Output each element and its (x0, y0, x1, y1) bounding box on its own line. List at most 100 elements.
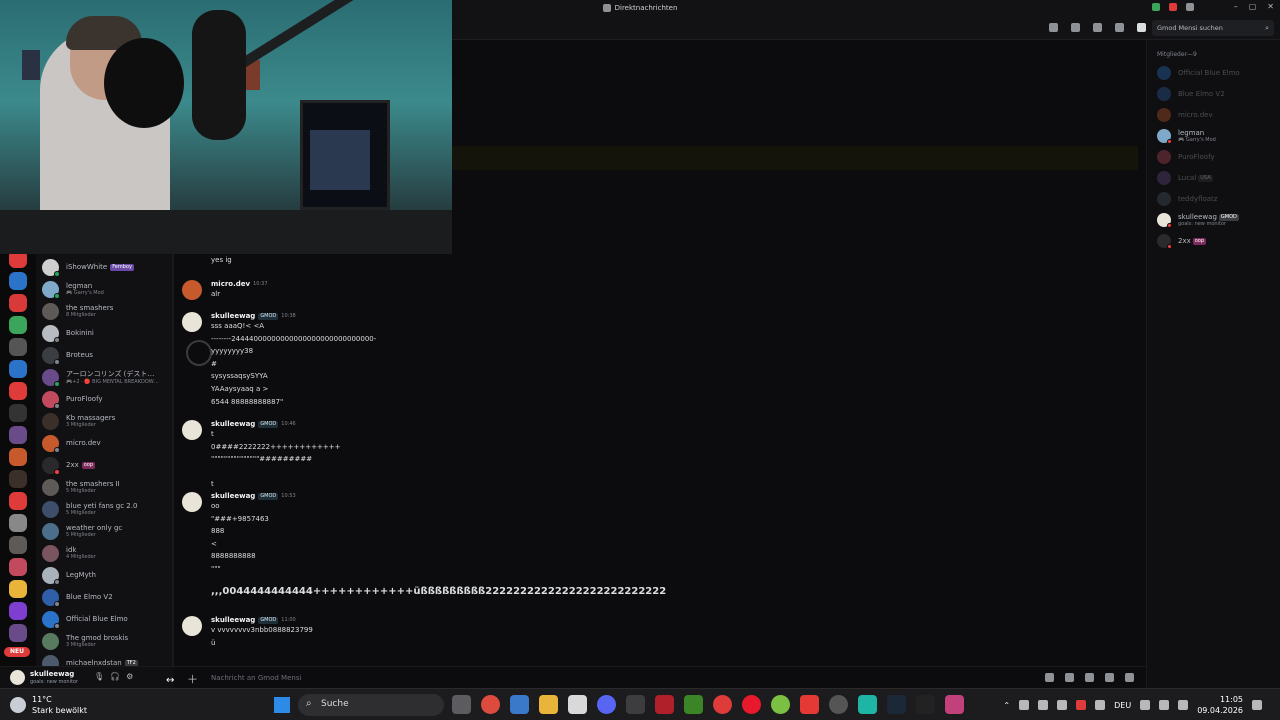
chevron-up-icon[interactable]: ⌃ (1003, 701, 1010, 710)
dm-item[interactable]: idk 4 Mitglieder (42, 543, 170, 563)
server-icon[interactable] (9, 536, 27, 554)
calculator-icon[interactable] (510, 695, 529, 714)
message-author[interactable]: micro.dev (211, 280, 250, 288)
avatar[interactable] (182, 492, 202, 512)
server-icon[interactable] (9, 338, 27, 356)
member-item[interactable]: skulleewag GMOD goals: new monitor (1157, 211, 1279, 229)
record-icon[interactable] (742, 695, 761, 714)
nitro-icon[interactable] (1152, 3, 1160, 11)
add-attachment-icon[interactable]: ＋ (187, 671, 198, 687)
store-icon[interactable] (568, 695, 587, 714)
member-item[interactable]: 2xx oop (1157, 232, 1279, 250)
server-icon[interactable] (9, 558, 27, 576)
gif-icon[interactable] (1085, 673, 1094, 682)
gift-icon[interactable] (1065, 673, 1074, 682)
apps-icon[interactable] (1045, 673, 1054, 682)
server-icon[interactable] (9, 272, 27, 290)
server-icon[interactable] (9, 624, 27, 642)
server-icon[interactable] (9, 360, 27, 378)
windows-start-icon[interactable] (274, 697, 290, 713)
android-icon[interactable] (771, 695, 790, 714)
server-icon[interactable] (9, 404, 27, 422)
dm-item[interactable]: Kb massagers 3 Mitglieder (42, 411, 170, 431)
server-icon[interactable] (9, 492, 27, 510)
dm-item[interactable]: the smashers 8 Mitglieder (42, 301, 170, 321)
member-item[interactable]: legman 🎮 Garry's Mod (1157, 127, 1279, 145)
task-view-icon[interactable] (452, 695, 471, 714)
pinned-messages-icon[interactable] (1093, 23, 1102, 32)
dm-item[interactable]: 2xx oop (42, 455, 170, 475)
member-item[interactable]: PuroFloofy (1157, 148, 1279, 166)
headphones-icon[interactable]: 🎧 (110, 672, 120, 681)
language-indicator[interactable]: DEU (1114, 701, 1131, 710)
server-icon[interactable] (9, 382, 27, 400)
member-item[interactable]: Blue Elmo V2 (1157, 85, 1279, 103)
server-icon[interactable] (9, 514, 27, 532)
mic-tray-icon[interactable] (1076, 700, 1087, 710)
dm-item[interactable]: legman 🎮 Garry's Mod (42, 279, 170, 299)
discord-tray-icon[interactable] (1057, 700, 1068, 710)
capcut-icon[interactable] (916, 695, 935, 714)
member-item[interactable]: Official Blue Elmo (1157, 64, 1279, 82)
minecraft-icon[interactable] (684, 695, 703, 714)
help-icon[interactable] (1186, 3, 1194, 11)
sticker-icon[interactable] (1105, 673, 1114, 682)
server-icon[interactable] (9, 602, 27, 620)
youtube-icon[interactable] (800, 695, 819, 714)
server-icon[interactable] (9, 294, 27, 312)
roblox-icon[interactable] (655, 695, 674, 714)
avatar[interactable] (10, 670, 25, 685)
settings-icon[interactable]: ⚙ (126, 672, 133, 681)
voice-call-icon[interactable] (1049, 23, 1058, 32)
discord-icon[interactable] (597, 695, 616, 714)
steam-tray-icon[interactable] (1038, 700, 1049, 710)
app-icon[interactable] (858, 695, 877, 714)
dm-item[interactable]: Broteus (42, 345, 170, 365)
emoji-icon[interactable] (1125, 673, 1134, 682)
chrome-icon[interactable] (481, 695, 500, 714)
dm-item[interactable]: Blue Elmo V2 (42, 587, 170, 607)
search-input[interactable]: Gmod Mensi suchen ⌕ (1152, 20, 1274, 36)
server-icon[interactable] (9, 580, 27, 598)
dm-item[interactable]: Official Blue Elmo (42, 609, 170, 629)
steam-icon[interactable] (887, 695, 906, 714)
dm-item[interactable]: PuroFloofy (42, 389, 170, 409)
dm-item[interactable]: michaelnxdstan TF2 (42, 653, 170, 666)
dm-item[interactable]: アーロンコリンズ (デスト… 🎮+2 · 🔴 BIG MENTAL BREAKDO… (42, 367, 170, 387)
dm-item[interactable]: Bokinini (42, 323, 170, 343)
add-friends-icon[interactable] (1115, 23, 1124, 32)
battery-icon[interactable] (1178, 700, 1189, 710)
server-icon[interactable] (9, 448, 27, 466)
clock[interactable]: 11:05 09.04.2026 (1197, 694, 1243, 716)
message-author[interactable]: skulleewag (211, 420, 255, 428)
file-explorer-icon[interactable] (539, 695, 558, 714)
inbox-icon[interactable] (1169, 3, 1177, 11)
dm-item[interactable]: iShowWhite Femboy (42, 257, 170, 277)
server-icon[interactable] (9, 470, 27, 488)
message-author[interactable]: skulleewag (211, 312, 255, 320)
dm-item[interactable]: micro.dev (42, 433, 170, 453)
taskbar-search[interactable]: ⌕ Suche (298, 694, 444, 716)
dm-item[interactable]: blue yeti fans gc 2.0 5 Mitglieder (42, 499, 170, 519)
avatar[interactable] (182, 420, 202, 440)
volume-icon[interactable] (1159, 700, 1170, 710)
member-list-icon[interactable] (1137, 23, 1146, 32)
message-input[interactable] (211, 671, 1011, 685)
server-icon[interactable] (9, 316, 27, 334)
obs-icon[interactable] (829, 695, 848, 714)
gif-app-icon[interactable] (626, 695, 645, 714)
maximize-button[interactable]: ▢ (1249, 2, 1257, 11)
dm-item[interactable]: the smashers II 5 Mitglieder (42, 477, 170, 497)
avatar[interactable] (182, 312, 202, 332)
member-item[interactable]: micro.dev (1157, 106, 1279, 124)
member-item[interactable]: Lucal USA (1157, 169, 1279, 187)
dm-item[interactable]: LegMyth (42, 565, 170, 585)
avatar[interactable] (182, 280, 202, 300)
recorder-icon[interactable] (713, 695, 732, 714)
avatar[interactable] (182, 616, 202, 636)
member-item[interactable]: teddyfloatz (1157, 190, 1279, 208)
paint-icon[interactable] (945, 695, 964, 714)
keyboard-icon[interactable] (1095, 700, 1106, 710)
message-author[interactable]: skulleewag (211, 492, 255, 500)
dm-item[interactable]: weather only gc 5 Mitglieder (42, 521, 170, 541)
